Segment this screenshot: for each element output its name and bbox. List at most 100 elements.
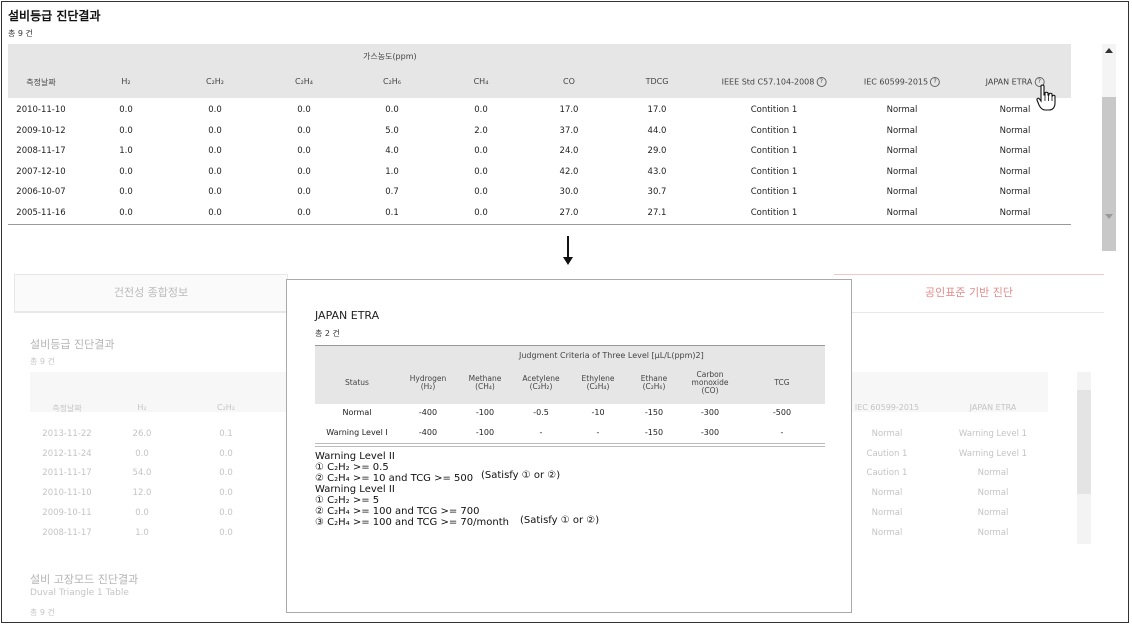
table-cell: -0.5: [533, 408, 549, 417]
table-cell: 29.0: [647, 146, 667, 156]
table-cell: 54.0: [132, 468, 152, 479]
table-cell: 0.0: [297, 166, 311, 177]
tab-health-summary[interactable]: 건전성 종합정보: [14, 274, 288, 312]
table-row[interactable]: 2007-12-10 0.0 0.0 0.0 1.0 0.0 42.0 43.0 Contiti…: [8, 162, 1071, 182]
arrow-down-icon-head: [563, 257, 573, 265]
note-line: ② C₂H₄ >= 100 and TCG >= 700: [315, 506, 480, 517]
table-cell: 2006-10-07: [16, 187, 66, 197]
table-cell: 2009-10-11: [42, 507, 92, 518]
table-cell: 0.0: [119, 207, 133, 218]
table-cell: 2007-12-10: [16, 166, 66, 177]
note-line: ① C₂H₂ >= 0.5: [315, 462, 389, 473]
help-icon[interactable]: ?: [930, 77, 941, 87]
col-header-h2: H₂: [121, 77, 131, 86]
table-cell: Contition 1: [750, 166, 798, 177]
col-header-iec: IEC 60599-2015: [854, 403, 920, 412]
table-cell: 0.0: [208, 105, 222, 115]
satisfy-condition-note: (Satisfy ① or ②): [520, 515, 600, 526]
section-subtitle: Duval Triangle 1 Table: [30, 588, 129, 598]
table-cell: 0.0: [219, 448, 233, 459]
japan-etra-popup: JAPAN ETRA 총 2 건 Judgment Criteria of Th…: [286, 279, 852, 613]
tab-standard-diagnosis[interactable]: 공인표준 기반 진단: [834, 274, 1104, 311]
col-header-date: 측정날짜: [26, 78, 56, 87]
table-row[interactable]: 2009-10-12 0.0 0.0 0.0 5.0 2.0 37.0 44.0 Contiti…: [8, 121, 1071, 141]
scroll-thumb[interactable]: [1102, 97, 1116, 251]
table-cell: 0.0: [119, 105, 133, 115]
table-row[interactable]: 2006-10-07 0.0 0.0 0.0 0.7 0.0 30.0 30.7 Contiti…: [8, 182, 1071, 202]
table-cell: Normal: [342, 408, 372, 417]
table-cell: 0.0: [474, 207, 488, 218]
table-cell: -100: [475, 408, 495, 417]
table-cell: Caution 1: [866, 448, 908, 459]
table-cell: 0.0: [474, 187, 488, 197]
section-title: 설비등급 진단결과: [30, 338, 115, 351]
table-cell: Warning Level 1: [958, 448, 1028, 459]
scroll-down-arrow-icon[interactable]: [1105, 214, 1113, 219]
table-cell: 17.0: [559, 105, 579, 115]
table-row[interactable]: 2008-11-17 1.0 0.0 0.0 4.0 0.0 24.0 29.0 Contiti…: [8, 141, 1071, 161]
table-cell: 0.1: [219, 429, 233, 439]
col-header-co: CO: [563, 77, 575, 86]
col-header: Acetylene (C₂H₂): [522, 375, 559, 391]
section-title: 설비등급 진단결과: [8, 9, 101, 23]
table-row[interactable]: 2010-11-10 0.0 0.0 0.0 0.0 0.0 17.0 17.0 Contiti…: [8, 100, 1071, 120]
table-cell: Normal: [977, 527, 1009, 538]
table-cell: Warning Level 1: [958, 429, 1028, 439]
table-cell: 0.0: [385, 105, 399, 115]
table-cell: Normal: [871, 429, 903, 439]
table-cell: Contition 1: [750, 207, 798, 218]
table-cell: 0.0: [297, 105, 311, 115]
table-cell: 0.0: [219, 527, 233, 538]
table-cell: -150: [644, 428, 664, 437]
table-cell: -400: [418, 408, 438, 417]
table-cell: Normal: [977, 488, 1009, 499]
col-header-iec[interactable]: IEC 60599-2015?: [864, 77, 941, 87]
col-header-japan-etra: JAPAN ETRA: [969, 403, 1017, 412]
col-header-ieee[interactable]: IEEE Std C57.104-2008?: [722, 77, 827, 87]
table-cell: Normal: [886, 187, 918, 197]
popup-title: JAPAN ETRA: [315, 309, 380, 322]
help-icon[interactable]: ?: [816, 77, 827, 87]
table-cell: 0.0: [474, 146, 488, 156]
col-header-line: (C₂H₂): [529, 382, 553, 391]
table-cell: Normal: [871, 507, 903, 518]
table-cell: Normal: [871, 488, 903, 499]
col-header-c2h2: C₂H₂: [216, 403, 236, 412]
scroll-up-arrow-icon[interactable]: [1105, 48, 1113, 53]
vertical-scrollbar[interactable]: [1102, 44, 1116, 251]
table-cell: Contition 1: [750, 146, 798, 156]
table-cell: 42.0: [559, 166, 579, 177]
table-cell: 1.0: [385, 166, 399, 177]
table-header: [8, 44, 1071, 98]
hand-pointer-icon: [1036, 84, 1056, 111]
col-header: TCG: [774, 379, 789, 387]
table-cell: 12.0: [132, 488, 152, 499]
table-cell: -: [780, 428, 784, 437]
table-cell: -300: [700, 428, 720, 437]
table-cell: Contition 1: [750, 105, 798, 115]
arrow-down-icon: [567, 236, 569, 258]
table-cell: 2005-11-16: [16, 207, 66, 218]
table-cell: 43.0: [647, 166, 667, 177]
table-cell: 2012-11-24: [42, 448, 92, 459]
table-bottom-border: [8, 224, 1071, 225]
table-cell: 0.0: [474, 105, 488, 115]
note-line: ① C₂H₂ >= 5: [315, 495, 380, 506]
satisfy-condition-note: (Satisfy ① or ②): [481, 470, 561, 481]
table-row[interactable]: 2005-11-16 0.0 0.0 0.0 0.1 0.0 27.0 27.1 Contiti…: [8, 203, 1071, 223]
table-cell: 1.0: [135, 527, 149, 538]
table-cell: -100: [475, 428, 495, 437]
col-header-line: (H₂): [420, 382, 436, 391]
table-bottom-border: [315, 446, 825, 447]
table-cell: Normal: [977, 507, 1009, 518]
scroll-thumb[interactable]: [1077, 390, 1091, 494]
col-header-c2h2: C₂H₂: [205, 77, 225, 86]
col-header-ieee-label: IEEE Std C57.104-2008: [721, 77, 815, 87]
table-cell: Normal: [886, 105, 918, 115]
table-cell: 0.0: [297, 207, 311, 218]
note-line: ③ C₂H₄ >= 100 and TCG >= 70/month: [315, 517, 509, 528]
table-cell: 2.0: [474, 125, 488, 136]
table-cell: 0.0: [219, 507, 233, 518]
table-cell: 2010-11-10: [16, 105, 66, 115]
col-header-line: TCG: [774, 378, 790, 387]
